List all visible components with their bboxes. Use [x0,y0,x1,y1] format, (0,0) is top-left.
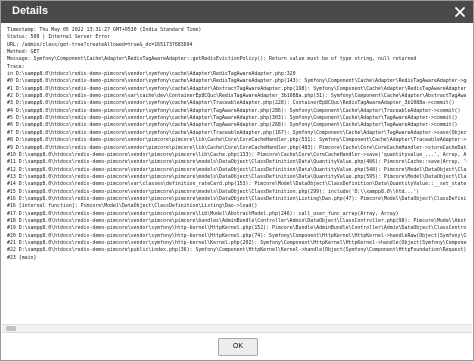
details-line: #19 D:\xampp8.0\htdocs\redis-demo-pimcor… [7,225,467,232]
details-line: #4 D:\xampp8.0\htdocs\redis-demo-pimcore… [7,107,461,114]
details-line: #11 D:\xampp8.0\htdocs\redis-demo-pimcor… [7,159,467,166]
details-line: #6 D:\xampp8.0\htdocs\redis-demo-pimcore… [7,122,458,129]
details-line: #15 D:\xampp8.0\htdocs\redis-demo-pimcor… [7,188,420,195]
details-line: #12 D:\xampp8.0\htdocs\redis-demo-pimcor… [7,166,467,173]
dialog-title: Details [12,5,49,17]
details-line: #16 D:\xampp8.0\htdocs\redis-demo-pimcor… [7,195,467,202]
details-line: #9 D:\xampp8.0\htdocs\redis-demo-pimcore… [7,144,467,151]
error-details-text[interactable]: Timestamp: Thu May 05 2022 13:31:27 GMT+… [7,27,467,323]
details-line: URL: /admin/class/get-tree?createAllowed… [7,41,193,48]
details-dialog: Details Timestamp: Thu May 05 2022 13:31… [0,0,474,361]
details-line: #1 D:\xampp8.0\htdocs\redis-demo-pimcore… [7,85,467,92]
details-line: Timestamp: Thu May 05 2022 13:31:27 GMT+… [7,27,202,33]
details-line: Method: GET [7,49,40,56]
details-line: #13 D:\xampp8.0\htdocs\redis-demo-pimcor… [7,173,467,180]
details-line: #17 D:\xampp8.0\htdocs\redis-demo-pimcor… [7,210,399,217]
details-line: Status: 500 | Internal Server Error [7,34,111,41]
details-line: #10 D:\xampp8.0\htdocs\redis-demo-pimcor… [7,151,467,158]
dialog-titlebar[interactable]: Details [1,1,473,23]
details-line: #5 D:\xampp8.0\htdocs\redis-demo-pimcore… [7,115,458,122]
scrollbar-thumb[interactable] [6,326,16,331]
details-line: #7 D:\xampp8.0\htdocs\redis-demo-pimcore… [7,129,467,136]
details-line: #18 D:\xampp8.0\htdocs\redis-demo-pimcor… [7,217,467,224]
details-line: #23 {main} [7,254,37,261]
details-line: #21 D:\xampp8.0\htdocs\redis-demo-pimcor… [7,239,467,246]
details-line: #22 D:\xampp8.0\htdocs\redis-demo-pimcor… [7,247,467,254]
footer-divider [2,332,472,333]
ok-button[interactable]: OK [218,338,258,356]
details-line: #3 D:\xampp8.0\htdocs\redis-demo-pimcore… [7,100,455,107]
details-line: #8 D:\xampp8.0\htdocs\redis-demo-pimcore… [7,137,467,144]
details-line: #14 D:\xampp8.0\htdocs\redis-demo-pimcor… [7,181,467,188]
horizontal-scrollbar[interactable] [2,324,472,332]
details-line: #20 D:\xampp8.0\htdocs\redis-demo-pimcor… [7,232,467,239]
details-line: Trace: [7,63,25,70]
details-line: Message: Symfony\Component\Cache\Adapter… [7,56,417,63]
close-icon[interactable] [453,5,467,19]
details-line: #16 [internal function]: Pimcore\Model\D… [7,203,258,210]
details-line: #2 D:\xampp8.0\htdocs\redis-demo-pimcore… [7,93,467,100]
details-line: #0 D:\xampp8.0\htdocs\redis-demo-pimcore… [7,78,467,85]
details-line: in D:\xampp8.0\htdocs\redis-demo-pimcore… [7,71,296,78]
